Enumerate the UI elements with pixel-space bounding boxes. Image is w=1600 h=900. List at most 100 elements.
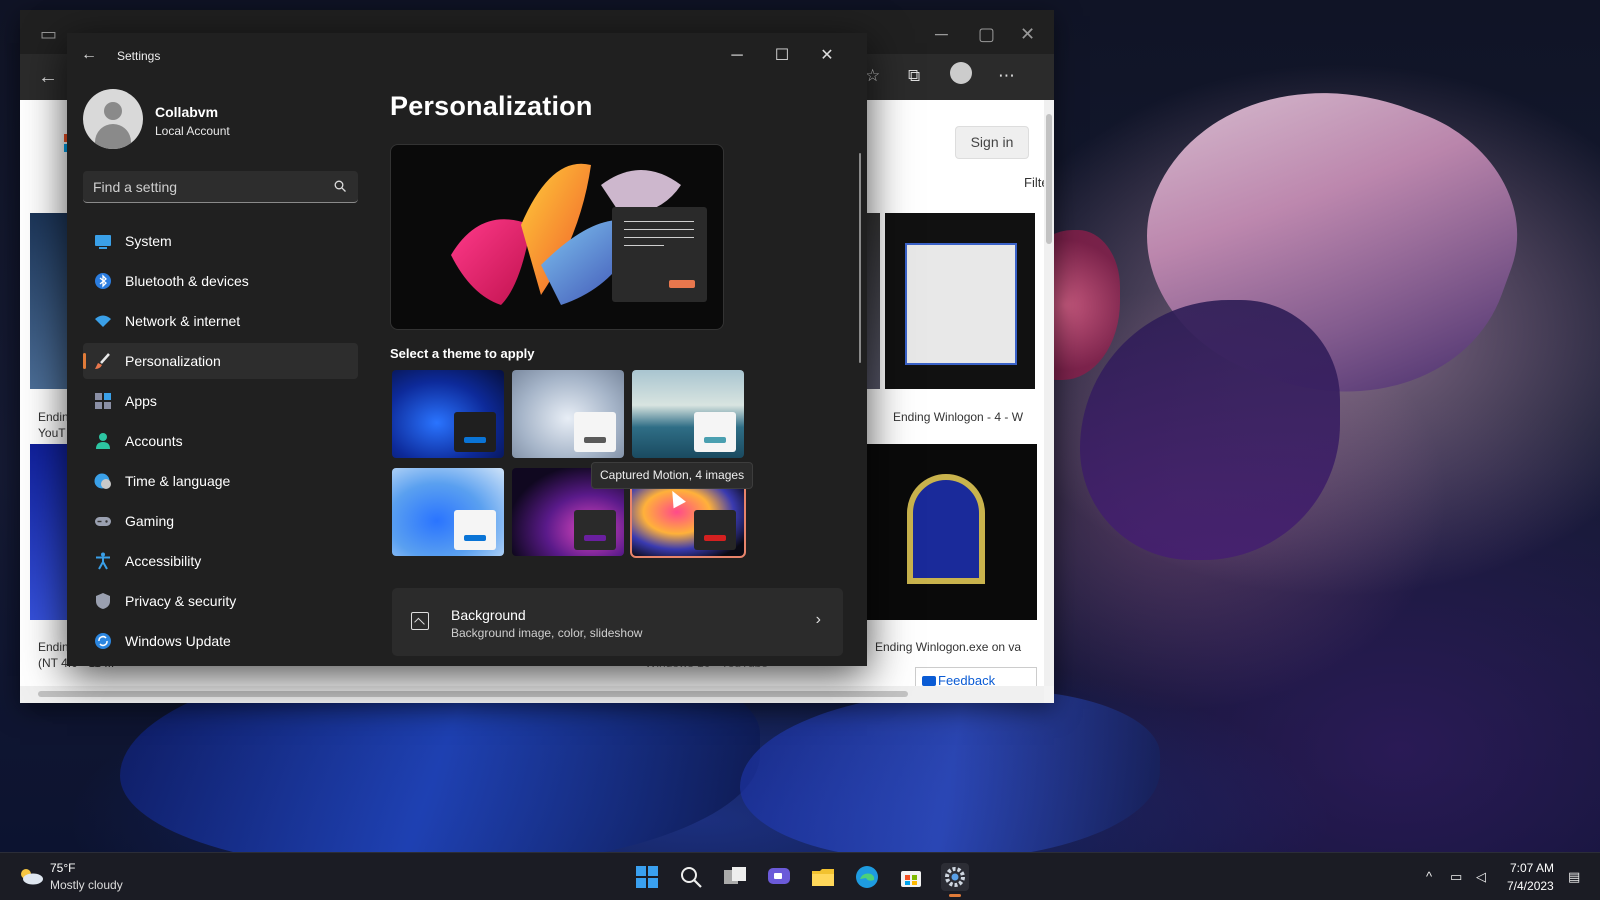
profile-avatar[interactable] (950, 62, 972, 84)
search-icon[interactable] (677, 863, 705, 891)
theme-chip (574, 510, 616, 550)
preview-line (624, 229, 694, 230)
theme-chip (694, 510, 736, 550)
accessibility-icon (96, 552, 110, 570)
apps-icon (95, 393, 111, 409)
image-result[interactable] (885, 213, 1035, 389)
nav-item-gaming[interactable]: Gaming (83, 503, 358, 539)
nav-label: Apps (125, 393, 157, 409)
themes-heading: Select a theme to apply (390, 346, 535, 361)
search-box[interactable] (83, 171, 358, 203)
theme-lake[interactable] (632, 370, 744, 458)
controller-icon (95, 517, 111, 526)
nav-item-time-language[interactable]: Time & language (83, 463, 358, 499)
accent-swatch (464, 535, 486, 541)
account-type: Local Account (155, 124, 230, 138)
card-caption[interactable]: Ending Winlogon.exe on va (875, 640, 1021, 654)
preview-line (624, 245, 664, 246)
accent-swatch (704, 535, 726, 541)
task-manager-screenshot (905, 243, 1017, 365)
store-icon[interactable] (897, 863, 925, 891)
nav-label: Gaming (125, 513, 175, 529)
weather-temperature[interactable]: 75°F (50, 861, 75, 875)
accent-swatch (464, 437, 486, 443)
back-icon[interactable]: ← (38, 66, 58, 89)
vertical-scrollbar[interactable] (1044, 100, 1054, 686)
weather-condition[interactable]: Mostly cloudy (50, 878, 123, 892)
globe-clock-icon (94, 473, 111, 489)
window-title: Settings (117, 49, 161, 63)
minimize-icon[interactable]: ─ (722, 41, 752, 71)
file-explorer-icon[interactable] (809, 863, 837, 891)
settings-taskbar-button[interactable] (941, 863, 969, 897)
horizontal-scrollbar[interactable] (20, 686, 1044, 703)
preview-window (612, 207, 707, 302)
nav-label: Time & language (125, 473, 231, 489)
accent-swatch (584, 437, 606, 443)
sign-in-button[interactable]: Sign in (955, 126, 1029, 159)
settings-nav: System Bluetooth & devices Network & int… (83, 223, 358, 663)
volume-icon[interactable]: ◁ (1476, 869, 1486, 885)
more-icon[interactable]: ⋯ (998, 66, 1015, 86)
theme-chip (694, 412, 736, 452)
close-icon[interactable]: ✕ (812, 41, 842, 71)
clock-time[interactable]: 7:07 AM (1510, 861, 1554, 875)
theme-chip (454, 412, 496, 452)
chevron-right-icon: › (815, 611, 821, 628)
card-caption[interactable]: Endin (38, 410, 69, 424)
title-bar: ← Settings ─ ☐ ✕ (67, 33, 867, 79)
nav-item-windows-update[interactable]: Windows Update (83, 623, 358, 659)
nav-item-system[interactable]: System (83, 223, 358, 259)
nav-item-accessibility[interactable]: Accessibility (83, 543, 358, 579)
tab-actions-icon[interactable]: ▭ (40, 24, 57, 45)
clock-date[interactable]: 7/4/2023 (1507, 879, 1554, 893)
close-icon[interactable]: ✕ (1020, 24, 1035, 45)
display-icon[interactable]: ▭ (1450, 869, 1462, 885)
favorites-icon[interactable]: ☆ (865, 66, 880, 86)
search-input[interactable] (93, 171, 323, 202)
settings-icon (945, 867, 965, 887)
background-setting-card[interactable]: Background Background image, color, slid… (392, 588, 843, 656)
nav-item-privacy-security[interactable]: Privacy & security (83, 583, 358, 619)
maximize-icon[interactable]: ▢ (978, 24, 995, 45)
notification-icon[interactable]: ▤ (1568, 869, 1580, 885)
scrollbar-thumb[interactable] (38, 691, 908, 697)
scrollbar-thumb[interactable] (1046, 114, 1052, 244)
nav-item-accounts[interactable]: Accounts (83, 423, 358, 459)
nav-item-personalization[interactable]: Personalization (83, 343, 358, 379)
chevron-up-icon[interactable]: ^ (1426, 869, 1432, 884)
minimize-icon[interactable]: ─ (935, 24, 948, 45)
accounts-icon (96, 433, 110, 449)
nav-item-network-internet[interactable]: Network & internet (83, 303, 358, 339)
cloud-icon[interactable] (18, 867, 44, 885)
back-icon[interactable]: ← (81, 46, 97, 64)
nav-label: Windows Update (125, 633, 231, 649)
wifi-icon (95, 315, 111, 327)
nav-item-apps[interactable]: Apps (83, 383, 358, 419)
card-caption[interactable]: YouT (38, 426, 66, 440)
avatar-head (104, 102, 122, 120)
card-caption[interactable]: Endin (38, 640, 69, 654)
avatar[interactable] (83, 89, 143, 149)
shield-icon (96, 593, 110, 609)
search-icon[interactable] (334, 180, 346, 192)
maximize-icon[interactable]: ☐ (767, 41, 797, 71)
collections-icon[interactable]: ⧉ (908, 66, 920, 86)
task-view-icon[interactable] (721, 863, 749, 891)
theme-chip (574, 412, 616, 452)
content-scrollbar[interactable] (859, 153, 861, 363)
start-icon[interactable] (633, 863, 661, 891)
nav-label: Personalization (125, 353, 221, 369)
theme-windows-light[interactable] (392, 468, 504, 556)
nav-item-bluetooth-devices[interactable]: Bluetooth & devices (83, 263, 358, 299)
chat-icon[interactable] (765, 863, 793, 891)
card-subtitle: Background image, color, slideshow (451, 626, 643, 640)
edge-icon[interactable] (853, 863, 881, 891)
theme-glow[interactable] (512, 370, 624, 458)
accent-swatch (584, 535, 606, 541)
nav-label: Privacy & security (125, 593, 237, 609)
card-caption[interactable]: Ending Winlogon - 4 - W (893, 410, 1023, 424)
image-result[interactable] (867, 444, 1037, 620)
preview-line (624, 237, 694, 238)
theme-windows-dark[interactable] (392, 370, 504, 458)
